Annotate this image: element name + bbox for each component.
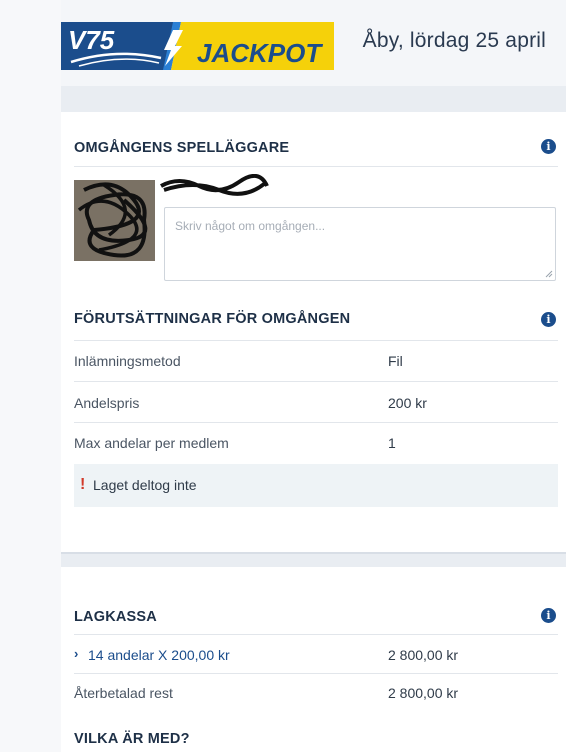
row-label-andelspris: Andelspris bbox=[74, 395, 140, 411]
vilka-title: VILKA ÄR MED? bbox=[74, 731, 190, 747]
race-date-title: Åby, lördag 25 april bbox=[362, 29, 546, 52]
refund-value: 2 800,00 kr bbox=[388, 685, 459, 701]
comment-placeholder: Skriv något om omgången... bbox=[175, 219, 326, 233]
row-value-andelspris: 200 kr bbox=[388, 395, 427, 411]
logo-text-left: V75 bbox=[68, 25, 115, 55]
chevron-right-icon: › bbox=[74, 646, 79, 661]
v75-jackpot-logo[interactable]: V75 JACKPOT bbox=[61, 22, 334, 70]
page-gutter bbox=[0, 0, 61, 752]
row-label-max-andelar: Max andelar per medlem bbox=[74, 435, 229, 451]
lagkassa-card: LAGKASSA i › 14 andelar X 200,00 kr 2 80… bbox=[61, 567, 566, 752]
info-icon[interactable]: i bbox=[541, 312, 556, 327]
comment-input[interactable]: Skriv något om omgången... bbox=[164, 207, 556, 281]
row-value-max-andelar: 1 bbox=[388, 435, 396, 451]
forutsattningar-title: FÖRUTSÄTTNINGAR FÖR OMGÅNGEN bbox=[74, 311, 351, 327]
resize-handle-icon[interactable] bbox=[545, 270, 553, 278]
scribble-redaction bbox=[74, 180, 155, 261]
divider bbox=[74, 340, 558, 341]
round-card: OMGÅNGENS SPELLÄGGARE i Skriv något om o… bbox=[61, 112, 566, 552]
divider bbox=[74, 634, 558, 635]
spellaggare-title: OMGÅNGENS SPELLÄGGARE bbox=[74, 140, 290, 156]
row-label-inlamningsmetod: Inlämningsmetod bbox=[74, 353, 181, 369]
info-icon[interactable]: i bbox=[541, 608, 556, 623]
shares-value: 2 800,00 kr bbox=[388, 647, 459, 663]
refund-label: Återbetalad rest bbox=[74, 685, 173, 701]
exclamation-icon: ! bbox=[80, 476, 86, 493]
shares-link[interactable]: 14 andelar X 200,00 kr bbox=[88, 647, 230, 663]
avatar bbox=[74, 180, 155, 261]
divider bbox=[74, 381, 558, 382]
notice-text: Laget deltog inte bbox=[93, 477, 197, 493]
notice-banner: ! Laget deltog inte bbox=[74, 464, 558, 507]
divider bbox=[74, 422, 558, 423]
row-value-inlamningsmetod: Fil bbox=[388, 353, 403, 369]
lagkassa-title: LAGKASSA bbox=[74, 609, 157, 625]
divider bbox=[74, 673, 558, 674]
divider bbox=[74, 166, 558, 167]
logo-text-right: JACKPOT bbox=[197, 38, 323, 68]
info-icon[interactable]: i bbox=[541, 139, 556, 154]
username-redaction bbox=[160, 174, 269, 196]
card-separator bbox=[61, 552, 566, 554]
